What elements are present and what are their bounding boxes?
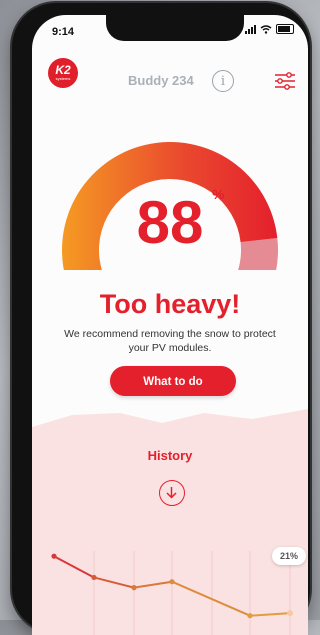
- logo-subtext: systems: [55, 76, 71, 81]
- what-to-do-button[interactable]: What to do: [110, 366, 236, 396]
- chart-line-segment: [133, 580, 173, 589]
- status-title: Too heavy!: [99, 289, 241, 319]
- chart-point[interactable]: [287, 610, 293, 617]
- chart-point[interactable]: [169, 579, 175, 585]
- percent-sign: %: [212, 186, 225, 202]
- chart-point[interactable]: [131, 585, 137, 591]
- settings-sliders-icon[interactable]: [274, 72, 296, 90]
- battery-icon: [276, 24, 294, 34]
- phone-frame: 9:14 K2 systems Buddy 234 i 88 % Too hea…: [12, 3, 310, 635]
- history-down-button[interactable]: [159, 480, 185, 506]
- history-chart: [51, 551, 293, 635]
- phone-notch: [106, 15, 244, 41]
- device-name[interactable]: Buddy 234: [128, 73, 194, 88]
- history-current-value: 21%: [272, 547, 306, 565]
- load-percentage: 88: [136, 189, 204, 256]
- chart-line-segment: [171, 580, 251, 617]
- arrow-down-icon: [166, 487, 177, 499]
- history-title: History: [147, 448, 193, 463]
- chart-point[interactable]: [51, 553, 57, 559]
- status-description: We recommend removing the snow to protec…: [64, 328, 276, 354]
- app-screen: 9:14 K2 systems Buddy 234 i 88 % Too hea…: [32, 15, 308, 635]
- info-button[interactable]: i: [212, 70, 234, 92]
- chart-point[interactable]: [247, 613, 253, 619]
- wifi-icon: [260, 24, 272, 34]
- status-time: 9:14: [52, 26, 75, 38]
- chart-line-segment: [53, 555, 95, 579]
- chart-line-segment: [249, 612, 291, 617]
- chart-point[interactable]: [91, 574, 97, 581]
- status-icons: [245, 24, 294, 34]
- chart-line-segment: [93, 576, 135, 589]
- brand-logo[interactable]: K2 systems: [48, 58, 78, 88]
- signal-icon: [245, 24, 256, 34]
- logo-text: K2: [55, 63, 71, 77]
